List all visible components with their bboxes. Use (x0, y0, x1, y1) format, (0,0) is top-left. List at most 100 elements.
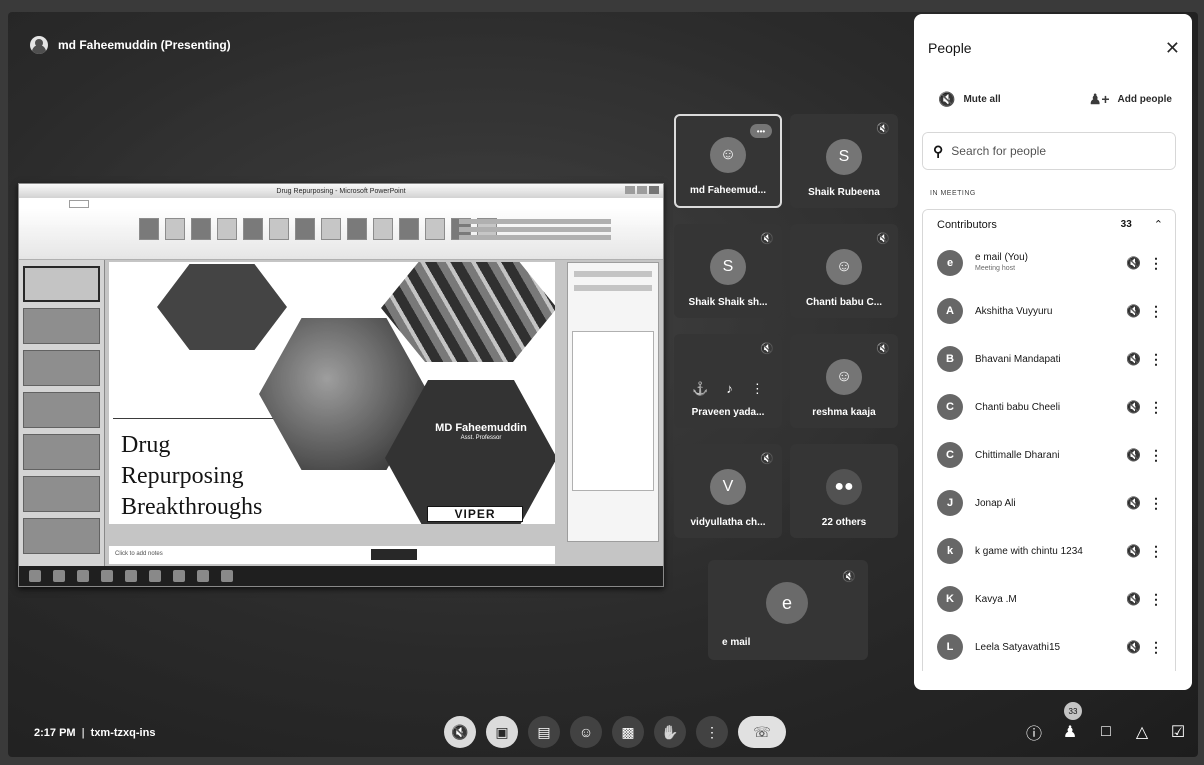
list-item[interactable]: B Bhavani Mandapati 🔇 ⋮ (923, 335, 1175, 383)
present-button[interactable]: ▩ (612, 716, 644, 748)
chat-button[interactable]: □ (1096, 723, 1116, 741)
slide-author: MD Faheemuddin Asst. Professor (435, 422, 527, 441)
search-icon: ⚲ (933, 142, 944, 159)
more-vert-icon[interactable]: ⋮ (1149, 639, 1163, 656)
close-icon[interactable]: ✕ (1165, 38, 1180, 59)
captions-button[interactable]: ▤ (528, 716, 560, 748)
more-options-icon[interactable]: ••• (750, 124, 772, 138)
people-icon: ♟ (1062, 724, 1078, 741)
present-screen-icon: ▩ (621, 723, 635, 740)
people-panel: People ✕ 🔇 Mute all ♟+ Add people ⚲ Sear… (914, 14, 1192, 690)
mic-off-icon: 🔇 (1126, 496, 1141, 510)
mic-off-icon: 🔇 (451, 723, 469, 740)
mic-off-icon: 🔇 (1126, 304, 1141, 318)
list-item[interactable]: A Akshitha Vuyyuru 🔇 ⋮ (923, 287, 1175, 335)
ppt-ribbon (19, 198, 663, 260)
list-item[interactable]: C Chanti babu Cheeli 🔇 ⋮ (923, 383, 1175, 431)
side-controls: ⓘ 33 ♟ □ △ ☑ (1024, 702, 1188, 744)
mic-toggle-button[interactable]: 🔇 (444, 716, 476, 748)
participant-tile[interactable]: ••• ☺ md Faheemud... (674, 114, 782, 208)
participant-tile[interactable]: 🔇 S Shaik Shaik sh... (674, 224, 782, 318)
activities-icon: △ (1135, 724, 1149, 741)
leave-call-button[interactable]: ☏ (738, 716, 786, 748)
avatar: A (937, 298, 963, 324)
list-item[interactable]: C Chittimalle Dharani 🔇 ⋮ (923, 431, 1175, 479)
activities-button[interactable]: △ (1132, 722, 1152, 742)
avatar: C (937, 394, 963, 420)
call-controls: 🔇 ▣ ▤ ☺ ▩ ✋ ⋮ ☏ (444, 716, 786, 748)
shared-screen: Drug Repurposing - Microsoft PowerPoint … (18, 183, 664, 587)
pin-icon[interactable]: ⚓ (692, 381, 708, 397)
people-list: e e mail (You) Meeting host 🔇 ⋮ A Akshith… (922, 239, 1176, 671)
people-button[interactable]: 33 ♟ (1060, 702, 1082, 742)
host-controls-button[interactable]: ☑ (1168, 722, 1188, 742)
participant-tile[interactable]: 🔇 ⚓ ♪ ⋮ Praveen yada... (674, 334, 782, 428)
tile-hover-controls[interactable]: ⚓ ♪ ⋮ (692, 381, 764, 397)
search-input[interactable]: ⚲ Search for people (922, 132, 1176, 170)
list-item[interactable]: K Kavya .M 🔇 ⋮ (923, 575, 1175, 623)
more-vert-icon[interactable]: ⋮ (1149, 495, 1163, 512)
more-vert-icon[interactable]: ⋮ (1149, 255, 1163, 272)
mic-off-icon: 🔇 (1126, 400, 1141, 414)
hand-icon: ✋ (661, 723, 679, 740)
viper-logo: VIPER (427, 506, 523, 522)
add-people-button[interactable]: ♟+ Add people (1089, 91, 1172, 108)
slide-hexagon (381, 262, 555, 362)
others-tile[interactable]: ●● 22 others (790, 444, 898, 538)
avatar: B (937, 346, 963, 372)
mute-all-button[interactable]: 🔇 Mute all (938, 91, 1001, 108)
more-vert-icon[interactable]: ⋮ (751, 381, 764, 397)
list-item[interactable]: J Jonap Ali 🔇 ⋮ (923, 479, 1175, 527)
captions-icon: ▤ (537, 723, 551, 740)
avatar: J (937, 490, 963, 516)
meeting-code[interactable]: txm-tzxq-ins (91, 727, 156, 739)
avatar: ☺ (826, 359, 862, 395)
list-item[interactable]: k k game with chintu 1234 🔇 ⋮ (923, 527, 1175, 575)
in-meeting-label: IN MEETING (930, 190, 976, 197)
more-vert-icon[interactable]: ⋮ (1149, 591, 1163, 608)
mic-icon[interactable]: ♪ (726, 381, 733, 397)
add-person-icon: ♟+ (1088, 90, 1110, 107)
animation-pane (567, 262, 659, 542)
list-item[interactable]: e e mail (You) Meeting host 🔇 ⋮ (923, 239, 1175, 287)
participant-tile[interactable]: 🔇 ☺ Chanti babu C... (790, 224, 898, 318)
chat-icon: □ (1101, 723, 1111, 740)
mic-off-icon: 🔇 (876, 233, 890, 245)
participant-name: Shaik Rubeena (808, 187, 880, 198)
more-options-button[interactable]: ⋮ (696, 716, 728, 748)
raise-hand-button[interactable]: ✋ (654, 716, 686, 748)
avatar: V (710, 469, 746, 505)
chevron-up-icon[interactable]: ⌃ (1154, 218, 1163, 231)
avatar: k (937, 538, 963, 564)
self-tile[interactable]: 🔇 e e mail (708, 560, 868, 660)
emoji-button[interactable]: ☺ (570, 716, 602, 748)
mic-off-icon: 🔇 (876, 343, 890, 355)
hang-up-icon: ☏ (753, 723, 771, 740)
mic-off-icon: 🔇 (1126, 448, 1141, 462)
meeting-details-button[interactable]: ⓘ (1024, 720, 1044, 744)
current-slide: MD Faheemuddin Asst. Professor VIPER Dru… (109, 262, 555, 524)
participant-tile[interactable]: 🔇 V vidyullatha ch... (674, 444, 782, 538)
more-vert-icon[interactable]: ⋮ (1149, 447, 1163, 464)
more-vert-icon[interactable]: ⋮ (1149, 543, 1163, 560)
participant-tile[interactable]: 🔇 ☺ reshma kaaja (790, 334, 898, 428)
participant-name: md Faheemud... (689, 185, 767, 196)
mic-off-icon: 🔇 (876, 123, 890, 135)
more-vert-icon[interactable]: ⋮ (1149, 303, 1163, 320)
group-avatar: ●● (826, 469, 862, 505)
more-vert-icon[interactable]: ⋮ (1149, 399, 1163, 416)
list-item[interactable]: L Leela Satyavathi15 🔇 ⋮ (923, 623, 1175, 671)
avatar: S (826, 139, 862, 175)
more-vert-icon[interactable]: ⋮ (1149, 351, 1163, 368)
slide-hexagon (157, 264, 287, 350)
participant-tile[interactable]: 🔇 S Shaik Rubeena (790, 114, 898, 208)
participant-name: Chanti babu C... (805, 297, 883, 308)
info-icon: ⓘ (1025, 726, 1042, 743)
lock-icon: ☑ (1170, 724, 1186, 741)
camera-toggle-button[interactable]: ▣ (486, 716, 518, 748)
mic-off-icon: 🔇 (1126, 640, 1141, 654)
slide-title: Drug Repurposing Breakthroughs (121, 432, 263, 520)
avatar: e (766, 582, 808, 624)
contributors-header[interactable]: Contributors 33 ⌃ (922, 209, 1176, 239)
mic-off-icon: 🔇 (760, 233, 774, 245)
